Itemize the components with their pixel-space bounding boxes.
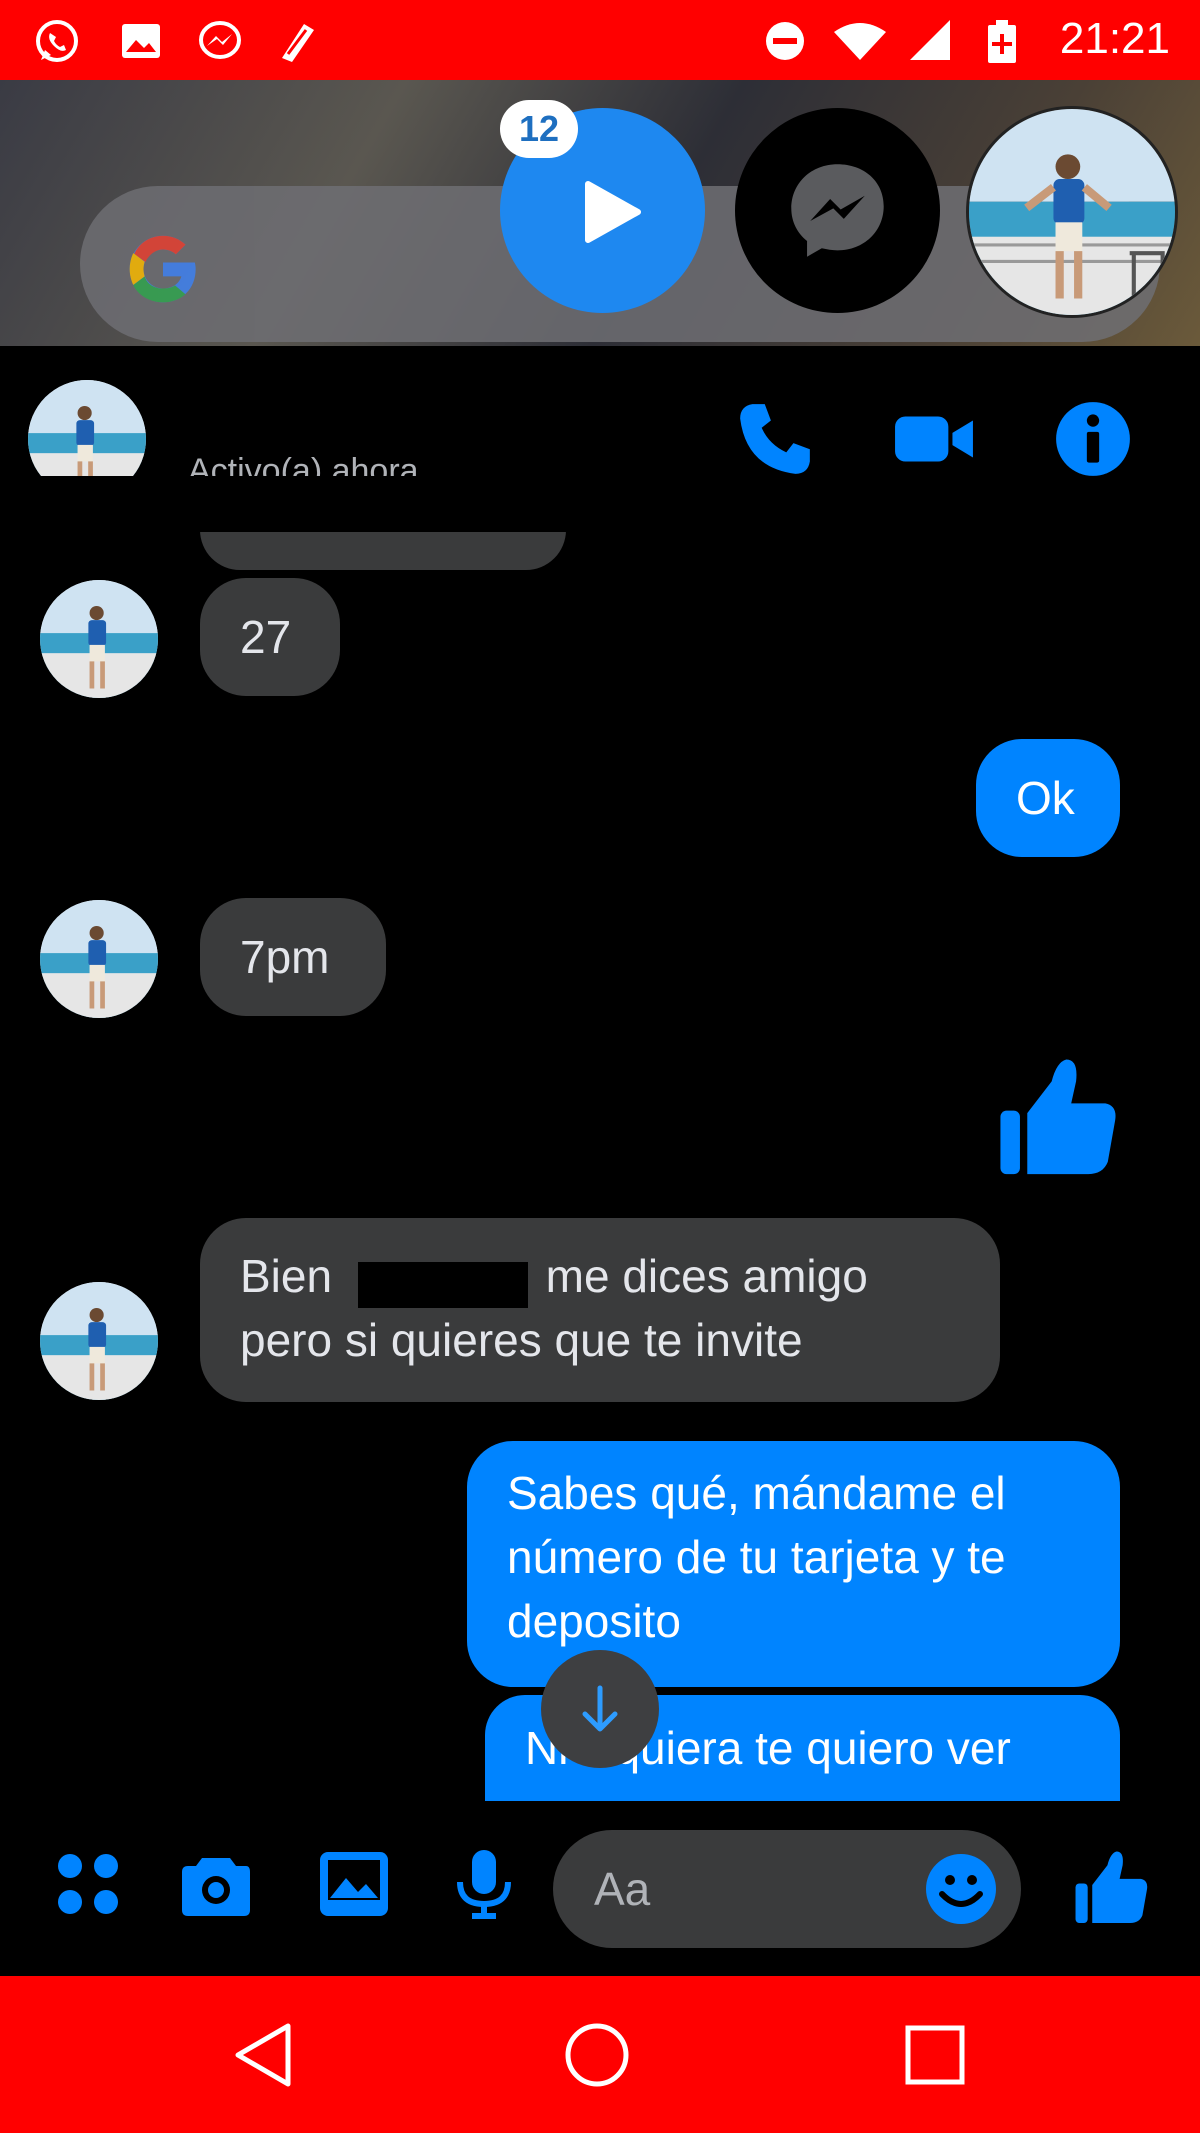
message-text: 7pm xyxy=(240,931,330,983)
contact-avatar[interactable] xyxy=(40,1282,158,1400)
whatsapp-icon xyxy=(36,20,78,62)
recent-apps-icon[interactable] xyxy=(900,2020,970,2090)
clock: 21:21 xyxy=(1059,14,1170,63)
contact-photo xyxy=(40,1282,158,1400)
phone-call-icon[interactable] xyxy=(734,398,816,480)
messenger-logo-icon xyxy=(791,164,884,257)
back-icon[interactable] xyxy=(228,2020,298,2090)
emoji-icon[interactable] xyxy=(924,1852,998,1926)
message-text-line: Sabes qué, mándame el xyxy=(507,1467,1006,1519)
status-bar: 21:21 xyxy=(0,0,1200,80)
play-icon xyxy=(585,181,641,243)
messenger-icon xyxy=(199,21,241,59)
unread-count-badge: 12 xyxy=(500,100,578,158)
messenger-chat-head[interactable] xyxy=(735,108,940,313)
microphone-icon[interactable] xyxy=(452,1848,516,1920)
message-text-line: número de tu tarjeta y te xyxy=(507,1531,1006,1583)
arrow-down-icon xyxy=(582,1685,618,1732)
message-text-line: deposito xyxy=(507,1595,681,1647)
contact-avatar[interactable] xyxy=(40,900,158,1018)
contact-photo xyxy=(40,580,158,698)
camera-icon[interactable] xyxy=(180,1848,252,1920)
message-input-placeholder: Aa xyxy=(594,1863,651,1915)
message-bubble-incoming[interactable]: 27 xyxy=(200,578,340,696)
send-like-icon[interactable] xyxy=(1074,1848,1150,1928)
battery-icon xyxy=(988,20,1016,63)
wifi-icon xyxy=(834,23,886,60)
message-bubble-outgoing[interactable]: Sabes qué, mándame el número de tu tarje… xyxy=(467,1441,1120,1687)
message-text-line2: pero si quieres que te invite xyxy=(240,1314,803,1366)
message-bubble-incoming[interactable]: 7pm xyxy=(200,898,386,1016)
gallery-icon xyxy=(122,24,160,58)
more-options-icon[interactable] xyxy=(52,1848,124,1920)
app-notification-icon xyxy=(282,24,314,62)
info-icon[interactable] xyxy=(1052,398,1134,480)
signal-icon xyxy=(910,20,950,60)
message-text: 27 xyxy=(240,611,292,663)
gallery-image-icon[interactable] xyxy=(318,1848,390,1920)
message-text: Ok xyxy=(1016,772,1075,824)
contact-photo xyxy=(40,900,158,1018)
do-not-disturb-icon xyxy=(766,22,804,60)
contact-photo xyxy=(969,109,1175,315)
like-thumbs-up-icon[interactable] xyxy=(998,1054,1120,1182)
message-bubble-incoming[interactable]: Bien me dices amigo pero si quieres que … xyxy=(200,1218,1000,1402)
home-icon[interactable] xyxy=(562,2020,632,2090)
redaction-box xyxy=(358,1262,528,1308)
scroll-to-bottom-button[interactable] xyxy=(541,1650,659,1768)
video-call-icon[interactable] xyxy=(893,398,975,480)
google-logo-icon xyxy=(129,235,196,303)
message-text-start: Bien xyxy=(240,1250,333,1302)
message-bubble-outgoing[interactable]: Ok xyxy=(976,739,1120,857)
contact-avatar[interactable] xyxy=(40,580,158,698)
header-divider-mask xyxy=(0,476,1200,532)
message-text-end: me dices amigo xyxy=(545,1250,868,1302)
contact-chat-head[interactable] xyxy=(966,106,1178,318)
